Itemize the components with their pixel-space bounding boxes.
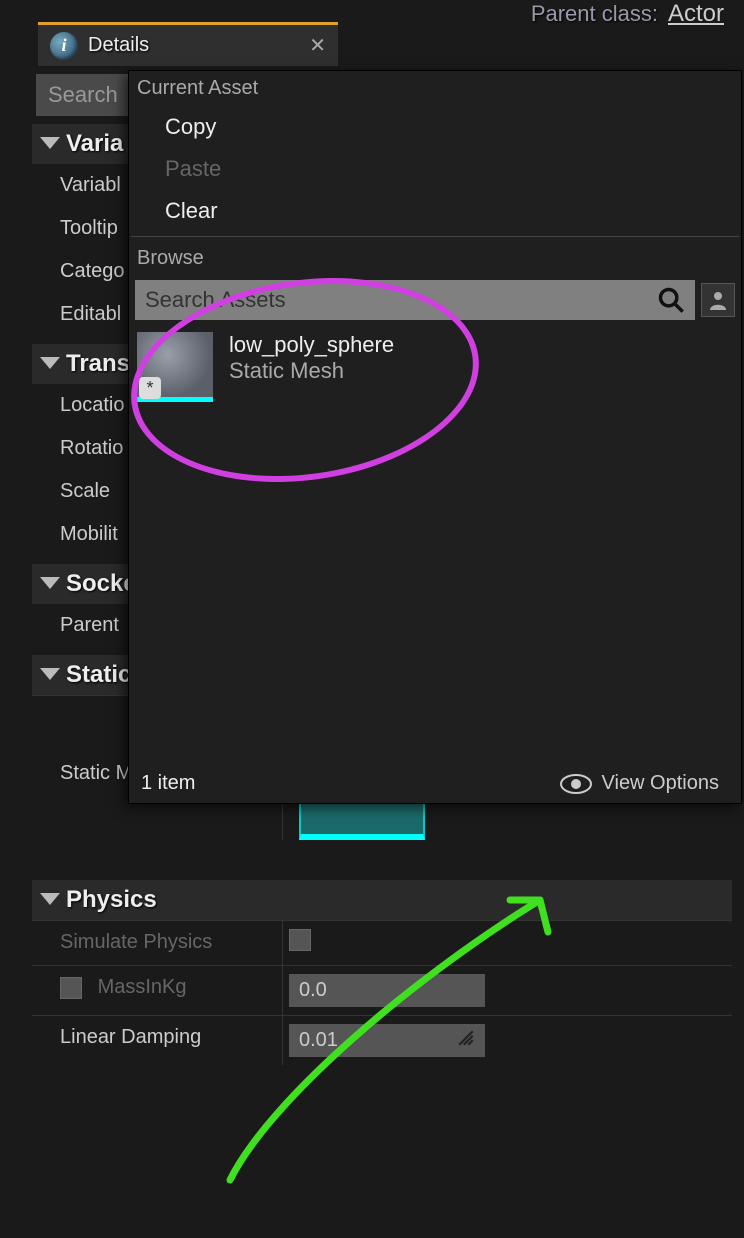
info-icon: i [50, 32, 78, 60]
asset-type: Static Mesh [229, 358, 394, 384]
asset-name: low_poly_sphere [229, 332, 394, 358]
linear-damping-input[interactable]: 0.01 [289, 1024, 485, 1057]
menu-paste: Paste [129, 148, 741, 190]
mass-input[interactable]: 0.0 [289, 974, 485, 1007]
parent-class-info: Parent class: Actor [531, 0, 724, 28]
filter-by-class-icon[interactable] [701, 283, 735, 317]
asset-list: low_poly_sphere Static Mesh [129, 324, 741, 764]
popup-section-browse: Browse [129, 241, 741, 276]
collapse-icon [40, 668, 60, 680]
asset-list-item[interactable]: low_poly_sphere Static Mesh [129, 324, 741, 410]
asset-thumbnail [137, 332, 213, 402]
divider [131, 236, 739, 237]
section-title: Socke [66, 570, 137, 598]
section-title: Static [66, 661, 131, 689]
asset-search-placeholder: Search Assets [145, 287, 286, 313]
collapse-icon [40, 357, 60, 369]
prop-linear-damping: Linear Damping [32, 1015, 282, 1065]
popup-section-current-asset: Current Asset [129, 71, 741, 106]
mass-checkbox[interactable] [60, 977, 82, 999]
section-title: Physics [66, 886, 157, 914]
section-title: Varia [66, 130, 123, 158]
physics-grid: Simulate Physics MassInKg 0.0 Linear Dam… [32, 920, 732, 1065]
search-icon [657, 286, 685, 314]
view-options-label: View Options [602, 772, 719, 795]
tab-details[interactable]: i Details ✕ [38, 22, 338, 66]
simulate-checkbox[interactable] [289, 929, 311, 951]
drag-icon [457, 1029, 475, 1047]
asset-search-input[interactable]: Search Assets [135, 280, 695, 320]
tab-bar: i Details ✕ [38, 22, 338, 66]
parent-class-label: Parent class: [531, 1, 658, 27]
collapse-icon [40, 577, 60, 589]
menu-copy[interactable]: Copy [129, 106, 741, 148]
section-title: Trans [66, 350, 130, 378]
section-header-physics[interactable]: Physics [32, 880, 732, 920]
view-options-button[interactable]: View Options [560, 772, 729, 795]
menu-clear[interactable]: Clear [129, 190, 741, 232]
asset-count: 1 item [141, 772, 195, 795]
tab-title: Details [88, 34, 149, 57]
parent-class-link[interactable]: Actor [668, 0, 724, 28]
close-icon[interactable]: ✕ [309, 33, 326, 58]
linear-damping-value: 0.01 [299, 1029, 338, 1052]
prop-mass: MassInKg [32, 965, 282, 1015]
mass-label: MassInKg [98, 976, 187, 998]
asset-picker-popup: Current Asset Copy Paste Clear Browse Se… [128, 70, 742, 804]
collapse-icon [40, 137, 60, 149]
eye-icon [560, 774, 592, 794]
prop-simulate-physics: Simulate Physics [32, 920, 282, 965]
collapse-icon [40, 893, 60, 905]
